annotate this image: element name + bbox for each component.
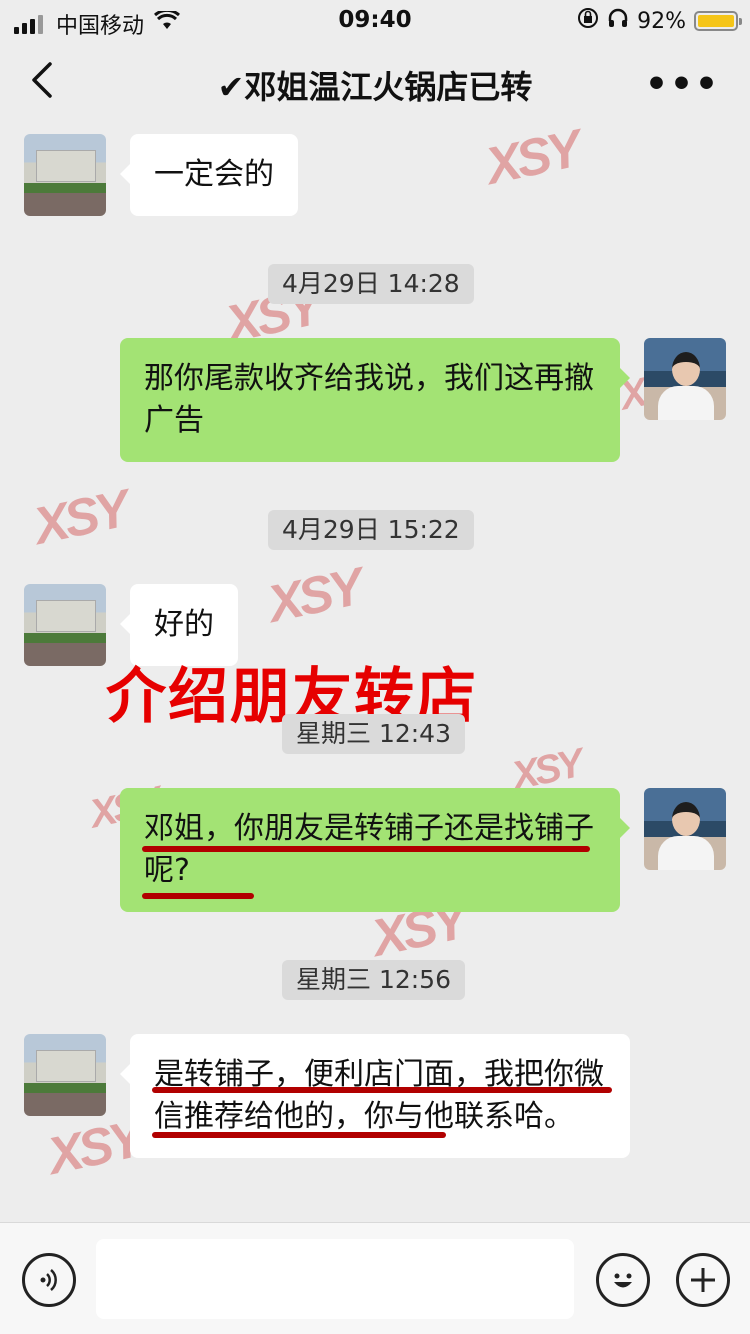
battery-icon (694, 11, 742, 31)
message-bubble-outgoing[interactable]: 那你尾款收齐给我说，我们这再撤广告 (120, 338, 630, 462)
timestamp: 4月29日 15:22 (268, 510, 474, 550)
status-bar: 中国移动 09:40 92% (0, 0, 750, 42)
emoji-button[interactable] (596, 1253, 650, 1307)
timestamp: 4月29日 14:28 (268, 264, 474, 304)
orientation-lock-icon (577, 7, 599, 35)
plus-button[interactable] (676, 1253, 730, 1307)
message-input[interactable] (96, 1239, 574, 1319)
contact-avatar[interactable] (24, 584, 106, 666)
message-bubble-incoming[interactable]: 一定会的 (120, 134, 298, 216)
watermark-logo: XSY (262, 558, 366, 634)
timestamp: 星期三 12:56 (282, 960, 465, 1000)
annotation-underline (152, 1132, 446, 1138)
voice-button[interactable] (22, 1253, 76, 1307)
timestamp: 星期三 12:43 (282, 714, 465, 754)
message-bubble-incoming[interactable]: 是转铺子，便利店门面，我把你微信推荐给他的，你与他联系哈。 (120, 1034, 630, 1158)
headphones-icon (607, 7, 629, 35)
more-options-button[interactable]: ••• (645, 64, 720, 105)
watermark-logo: XSY (480, 120, 584, 196)
annotation-underline (152, 1087, 612, 1093)
voice-icon (40, 1269, 57, 1291)
battery-percent: 92% (637, 8, 686, 34)
annotation-underline (142, 846, 590, 852)
my-avatar[interactable] (644, 788, 726, 870)
contact-avatar[interactable] (24, 1034, 106, 1116)
chat-title[interactable]: ✔邓姐温江火锅店已转 (0, 62, 750, 108)
emoji-icon (614, 1273, 632, 1288)
watermark-logo: XSY (28, 480, 132, 556)
contact-avatar[interactable] (24, 134, 106, 216)
my-avatar[interactable] (644, 338, 726, 420)
plus-icon (691, 1268, 715, 1292)
chat-input-bar (0, 1222, 750, 1334)
chat-header: ✔邓姐温江火锅店已转 ••• (0, 42, 750, 126)
annotation-underline (142, 893, 254, 899)
